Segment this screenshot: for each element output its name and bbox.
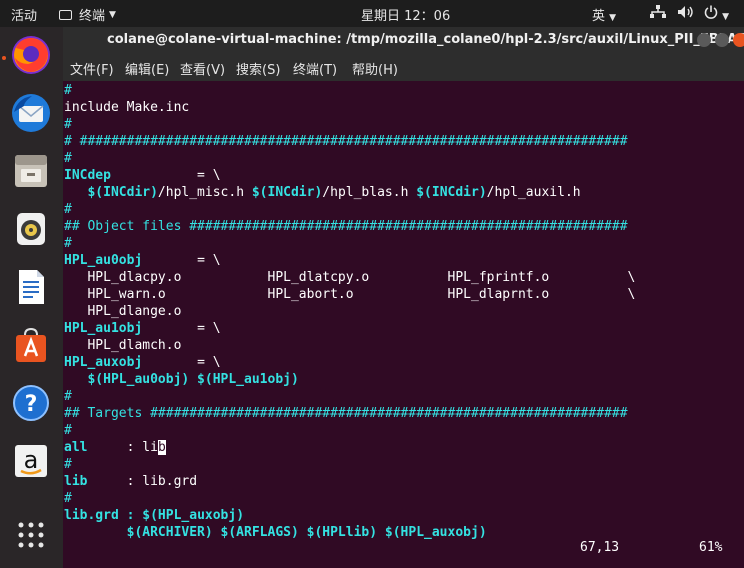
editor-line: ## Object files ########################… <box>64 219 628 234</box>
window-title-bar[interactable]: colane@colane-virtual-machine: /tmp/mozi… <box>63 27 744 54</box>
editor-line: HPL_dlacpy.o HPL_dlatcpy.o HPL_fprintf.o… <box>64 270 636 285</box>
menu-view[interactable]: 查看(V) <box>180 59 225 78</box>
editor-line: # <box>64 457 72 472</box>
make-variable: $(INCdir) <box>416 185 487 200</box>
editor-line: HPL_au1obj = \ <box>64 320 221 337</box>
editor-line: # <box>64 236 72 251</box>
files-icon[interactable] <box>9 149 53 193</box>
editor-line: include Make.inc <box>64 100 190 115</box>
editor-line: ## Targets #############################… <box>64 406 628 421</box>
editor-line: HPL_dlange.o <box>64 304 182 319</box>
app-menu-label: 终端 <box>79 9 106 24</box>
amazon-icon[interactable]: a <box>9 439 53 483</box>
make-variable: HPL_au0obj <box>64 253 143 268</box>
code-text: : li <box>87 440 158 455</box>
editor-line: all : lib <box>64 439 166 456</box>
activities-button[interactable]: 活动 <box>11 5 37 24</box>
editor-line: # <box>64 151 72 166</box>
minimize-button[interactable] <box>697 33 711 47</box>
writer-icon[interactable] <box>9 265 53 309</box>
make-variable: $(INCdir) <box>251 185 323 200</box>
menu-edit[interactable]: 编辑(E) <box>125 59 169 78</box>
maximize-button[interactable] <box>715 33 729 47</box>
editor-line: HPL_auxobj = \ <box>64 354 221 371</box>
window-title: colane@colane-virtual-machine: /tmp/mozi… <box>107 32 744 47</box>
editor-line: # <box>64 389 72 404</box>
svg-text:?: ? <box>25 392 38 417</box>
help-icon[interactable]: ? <box>9 381 53 425</box>
text-cursor: b <box>157 440 166 455</box>
code-text: = \ <box>142 355 221 370</box>
code-text: /hpl_auxil.h <box>486 185 581 200</box>
make-target: lib.grd <box>64 508 119 523</box>
editor-line: # ######################################… <box>64 134 628 149</box>
make-variable: HPL_au1obj <box>64 321 143 336</box>
network-icon[interactable] <box>650 5 666 23</box>
close-button[interactable] <box>733 33 744 47</box>
editor-line: $(ARCHIVER) $(ARFLAGS) $(HPLlib) $(HPL_a… <box>64 525 487 540</box>
make-target: lib <box>64 474 88 489</box>
rhythmbox-icon[interactable] <box>9 207 53 251</box>
editor-line: INCdep = \ <box>64 167 221 184</box>
make-variable: INCdep <box>64 168 111 183</box>
editor-line: lib : lib.grd <box>64 473 197 490</box>
menu-file[interactable]: 文件(F) <box>70 59 114 78</box>
editor-line: # <box>64 83 72 98</box>
show-apps-icon[interactable] <box>9 513 53 557</box>
input-method-label: 英 <box>592 9 606 24</box>
power-menu[interactable]: ▼ <box>704 5 729 23</box>
scroll-percent: 61% <box>699 540 723 555</box>
volume-icon[interactable] <box>677 5 695 23</box>
software-icon[interactable] <box>9 323 53 367</box>
menu-bar: 文件(F) 编辑(E) 查看(V) 搜索(S) 终端(T) 帮助(H) <box>63 54 744 81</box>
editor-line: $(INCdir)/hpl_misc.h $(INCdir)/hpl_blas.… <box>64 184 581 201</box>
editor-line: # <box>64 423 72 438</box>
menu-search[interactable]: 搜索(S) <box>236 59 280 78</box>
caret-down-icon: ▼ <box>722 12 730 22</box>
editor-line: # <box>64 491 72 506</box>
make-variable: $(INCdir) <box>64 185 158 200</box>
cursor-position: 67,13 <box>580 540 620 555</box>
top-bar: 活动 终端 ▼ 星期日 12：06 英 ▼ ▼ <box>0 0 744 27</box>
code-text: = \ <box>110 168 221 183</box>
dock: ? a <box>0 27 63 568</box>
editor-line: # <box>64 202 72 217</box>
make-variable: HPL_auxobj <box>64 355 143 370</box>
code-text: : $(HPL_auxobj) <box>118 508 245 523</box>
code-text: = \ <box>142 321 221 336</box>
code-text: : lib.grd <box>87 474 198 489</box>
menu-terminal[interactable]: 终端(T) <box>293 59 337 78</box>
editor-line: lib.grd : $(HPL_auxobj) <box>64 507 244 524</box>
code-text: /hpl_misc.h <box>157 185 252 200</box>
editor-line: HPL_au0obj = \ <box>64 252 221 269</box>
editor-line: HPL_dlamch.o <box>64 338 182 353</box>
code-text: /hpl_blas.h <box>322 185 417 200</box>
clock[interactable]: 星期日 12：06 <box>361 5 450 24</box>
input-method-indicator[interactable]: 英 ▼ <box>592 5 616 24</box>
editor-line: HPL_warn.o HPL_abort.o HPL_dlaprnt.o \ <box>64 287 636 302</box>
editor-line: # <box>64 117 72 132</box>
terminal-icon <box>59 9 72 20</box>
caret-down-icon: ▼ <box>109 9 116 20</box>
caret-down-icon: ▼ <box>609 13 617 23</box>
thunderbird-icon[interactable] <box>9 91 53 135</box>
terminal-editor[interactable]: # include Make.inc # # #################… <box>63 81 744 568</box>
power-icon <box>704 5 718 19</box>
app-menu[interactable]: 终端 ▼ <box>59 5 116 24</box>
menu-help[interactable]: 帮助(H) <box>352 59 398 78</box>
code-text: = \ <box>142 253 221 268</box>
firefox-icon[interactable] <box>9 33 53 77</box>
svg-text:a: a <box>24 446 39 474</box>
editor-line: $(HPL_au0obj) $(HPL_au1obj) <box>64 372 299 387</box>
running-indicator <box>2 56 6 60</box>
make-target: all <box>64 440 88 455</box>
